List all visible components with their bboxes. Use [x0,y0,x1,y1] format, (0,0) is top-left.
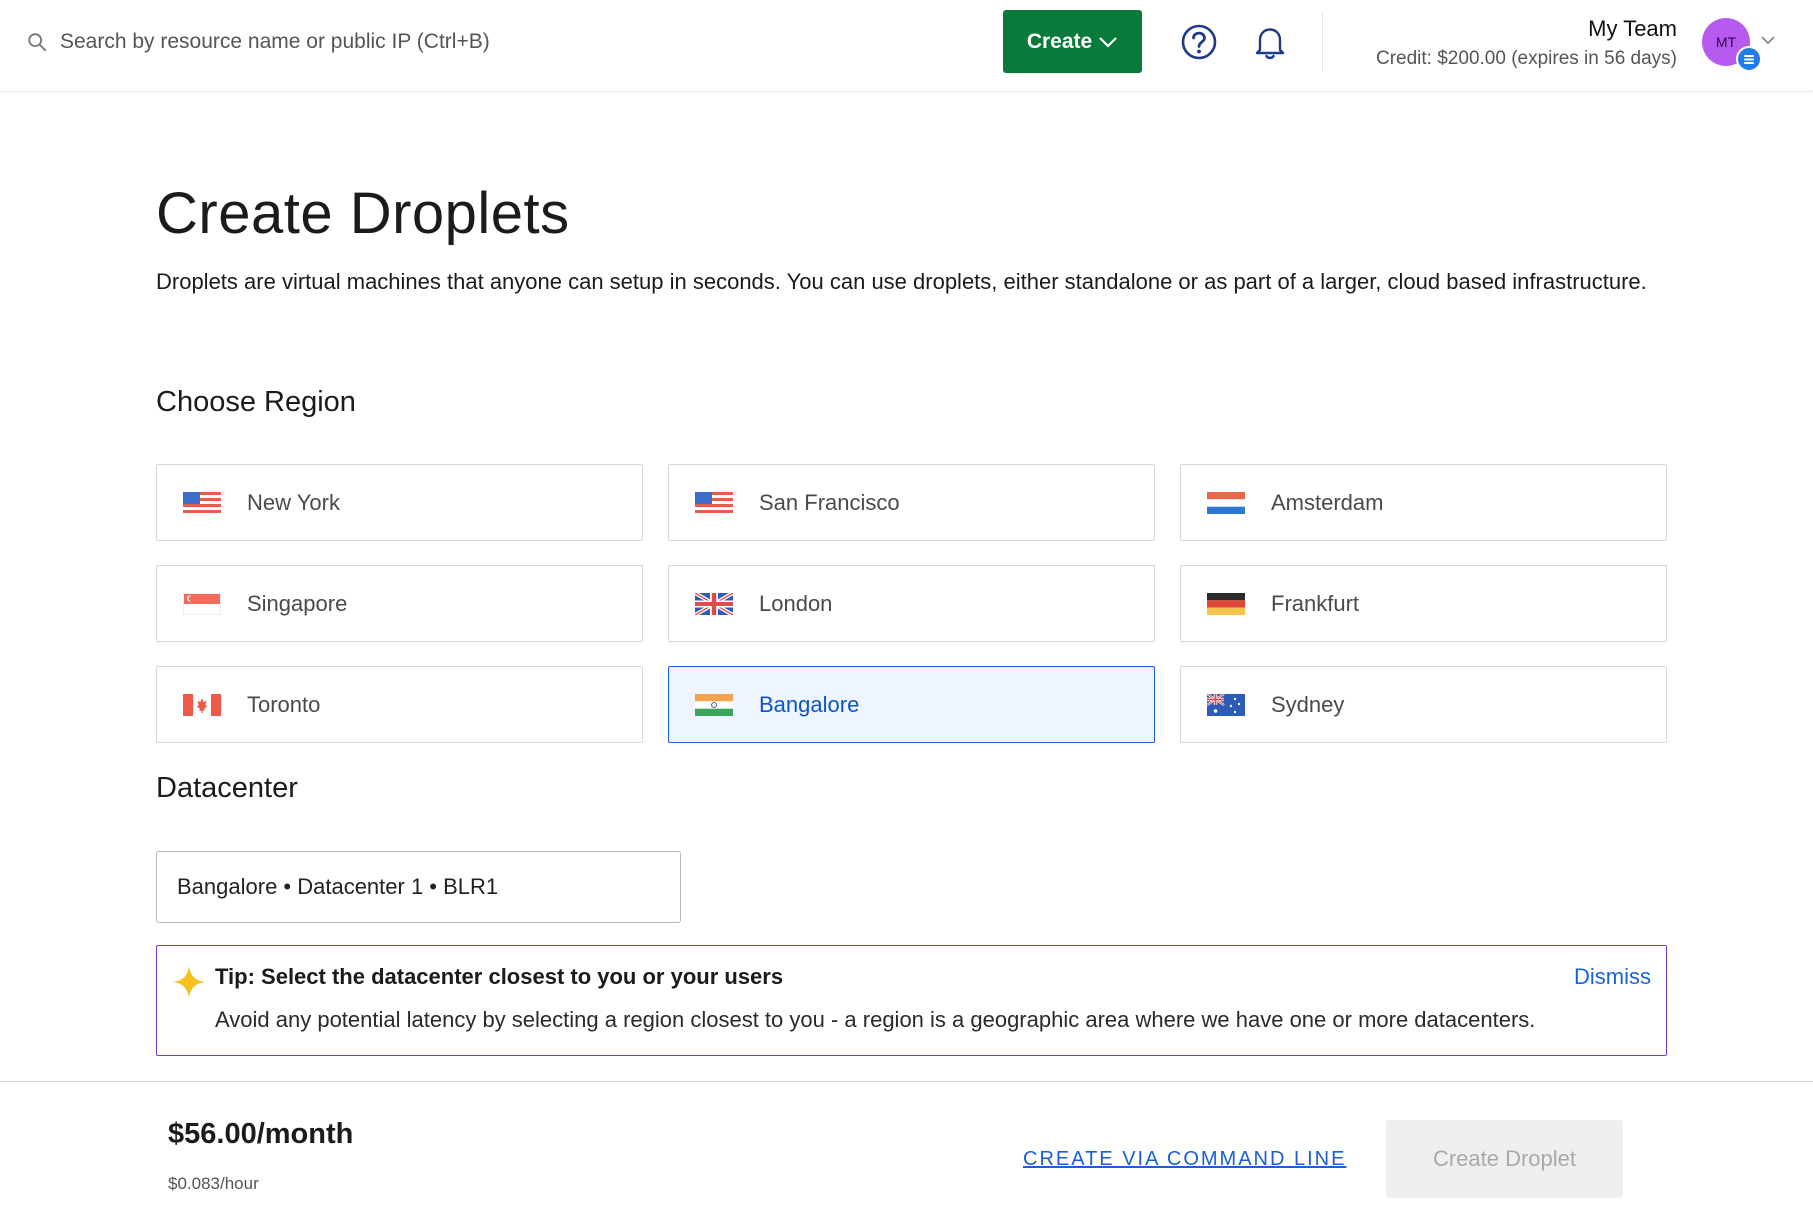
region-option-bangalore[interactable]: Bangalore [668,666,1155,743]
tip-title: Tip: Select the datacenter closest to yo… [215,964,784,989]
region-label: New York [247,489,340,515]
region-grid: New York San Francisco Amsterdam Singapo… [156,464,1667,743]
choose-region-heading: Choose Region [156,386,356,418]
region-label: London [759,590,833,616]
search-placeholder[interactable]: Search by resource name or public IP (Ct… [60,30,490,54]
credit-balance: Credit: $200.00 (expires in 56 days) [1376,48,1677,69]
avatar-initials: MT [1715,34,1737,50]
region-label: San Francisco [759,489,900,515]
hourly-price: $0.083/hour [168,1174,259,1193]
de-flag-icon [1207,592,1245,615]
create-droplet-button[interactable]: Create Droplet [1386,1120,1623,1198]
summary-footer: $56.00/month $0.083/hour CREATE VIA COMM… [0,1081,1813,1225]
region-option-new-york[interactable]: New York [156,464,643,541]
in-flag-icon [695,693,733,716]
region-option-toronto[interactable]: Toronto [156,666,643,743]
page-description: Droplets are virtual machines that anyon… [156,269,1647,294]
team-badge-icon [1744,55,1754,64]
create-button-label: Create [1026,29,1093,53]
region-option-amsterdam[interactable]: Amsterdam [1180,464,1667,541]
bell-icon [1255,28,1285,60]
team-name: My Team [1588,16,1677,41]
region-option-frankfurt[interactable]: Frankfurt [1180,565,1667,642]
datacenter-selected-value: Bangalore • Datacenter 1 • BLR1 [177,874,499,899]
us-flag-icon [183,491,221,514]
uk-flag-icon [695,592,733,615]
nl-flag-icon [1207,491,1245,514]
top-navigation-bar: Search by resource name or public IP (Ct… [0,0,1813,92]
monthly-price: $56.00/month [168,1118,354,1150]
region-label: Sydney [1271,691,1345,717]
chevron-down-icon [1099,36,1117,48]
us-flag-icon [695,491,733,514]
region-option-singapore[interactable]: Singapore [156,565,643,642]
search-icon [28,33,47,52]
region-label: Singapore [247,590,348,616]
create-via-command-line-link[interactable]: CREATE VIA COMMAND LINE [1023,1148,1346,1171]
search-bar[interactable]: Search by resource name or public IP (Ct… [26,22,666,62]
ca-flag-icon [183,693,221,716]
dismiss-tip-link[interactable]: Dismiss [1574,964,1651,990]
create-menu-button[interactable]: Create [1003,10,1142,73]
help-button[interactable] [1177,20,1221,64]
au-flag-icon [1207,693,1245,716]
region-label: Frankfurt [1271,590,1360,616]
sparkle-icon [173,966,205,998]
region-label: Amsterdam [1271,489,1384,515]
tip-body: Avoid any potential latency by selecting… [215,1007,1536,1032]
account-menu-chevron-icon[interactable] [1760,34,1776,46]
sg-flag-icon [183,592,221,615]
header-divider [1322,12,1323,72]
region-label: Toronto [247,691,321,717]
datacenter-select[interactable]: Bangalore • Datacenter 1 • BLR1 [156,851,681,923]
region-option-san-francisco[interactable]: San Francisco [668,464,1155,541]
region-option-london[interactable]: London [668,565,1155,642]
avatar-badge [1736,46,1762,72]
datacenter-heading: Datacenter [156,772,298,804]
help-icon [1181,24,1217,60]
region-label: Bangalore [759,691,860,717]
team-info[interactable]: My Team Credit: $200.00 (expires in 56 d… [1376,16,1677,70]
tip-banner: Tip: Select the datacenter closest to yo… [156,945,1667,1056]
notifications-button[interactable] [1248,20,1292,64]
region-option-sydney[interactable]: Sydney [1180,666,1667,743]
page-title: Create Droplets [156,181,570,246]
